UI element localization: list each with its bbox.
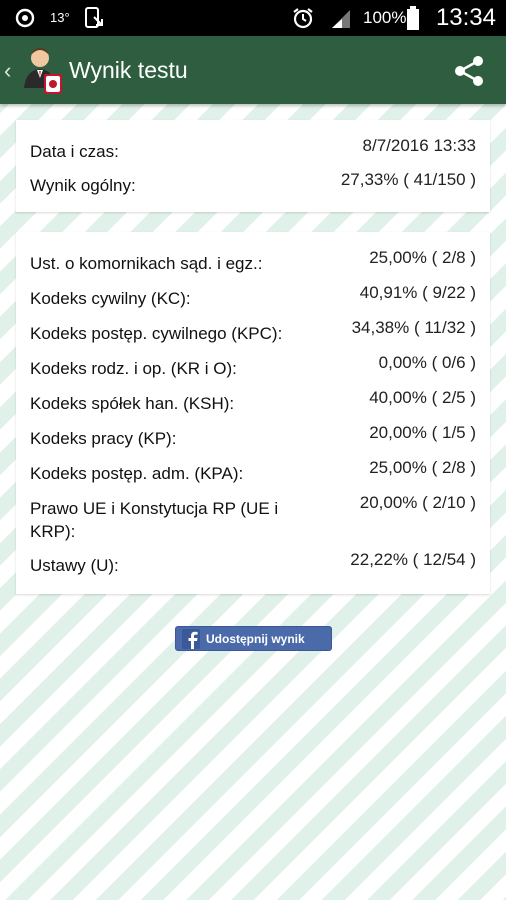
alarm-clock-icon — [291, 8, 315, 29]
category-value: 40,00% ( 2/5 ) — [369, 388, 476, 407]
category-label: Prawo UE i Konstytucja RP (UE i — [30, 499, 279, 518]
page-title: Wynik testu — [69, 57, 188, 83]
category-label: Ust. o komornikach sąd. i egz.: — [30, 254, 263, 273]
overall-score-label: Wynik ogólny: — [30, 176, 136, 195]
battery-percent-text: 100% — [363, 8, 407, 27]
status-bar: 13° 100% 13:34 — [0, 0, 506, 36]
category-label: Kodeks rodz. i op. (KR i O): — [30, 359, 237, 378]
category-label: Kodeks pracy (KP): — [30, 429, 177, 448]
share-icon[interactable] — [452, 54, 486, 88]
clock-text: 13:34 — [435, 4, 496, 31]
category-value: 40,91% ( 9/22 ) — [359, 283, 476, 302]
battery-icon — [406, 6, 420, 30]
overall-score-row: Wynik ogólny: 27,33% ( 41/150 ) — [16, 170, 490, 204]
category-label: Kodeks cywilny (KC): — [30, 289, 191, 308]
category-label: Kodeks spółek han. (KSH): — [30, 394, 235, 413]
summary-card: Data i czas: 8/7/2016 13:33 Wynik ogólny… — [16, 120, 490, 212]
category-value: 22,22% ( 12/54 ) — [350, 550, 476, 569]
category-label: Kodeks postęp. adm. (KPA): — [30, 464, 244, 483]
overall-score-value: 27,33% ( 41/150 ) — [340, 170, 476, 189]
date-row: Data i czas: 8/7/2016 13:33 — [16, 136, 490, 170]
facebook-share-button[interactable]: Udostępnij wynik — [175, 626, 332, 651]
category-label: Ustawy (U): — [30, 556, 119, 575]
category-results-card: Ust. o komornikach sąd. i egz.: 25,00% (… — [16, 232, 490, 594]
app-logo-icon[interactable] — [20, 44, 64, 96]
back-chevron-icon[interactable]: ‹ — [4, 58, 11, 84]
category-value: 25,00% ( 2/8 ) — [369, 458, 476, 477]
category-value: 25,00% ( 2/8 ) — [369, 248, 476, 267]
facebook-icon — [182, 629, 200, 649]
category-value: 0,00% ( 0/6 ) — [378, 353, 476, 372]
category-value: 34,38% ( 11/32 ) — [351, 318, 476, 337]
category-value: 20,00% ( 2/10 ) — [359, 493, 476, 512]
category-label-continued: KRP): — [30, 522, 76, 541]
app-bar: ‹ Wynik testu — [0, 36, 506, 104]
phone-download-icon — [84, 7, 104, 28]
signal-icon — [330, 8, 352, 28]
category-label: Kodeks postęp. cywilnego (KPC): — [30, 324, 283, 343]
date-label: Data i czas: — [30, 142, 119, 161]
alarm-sync-icon — [14, 8, 36, 28]
share-button-label: Udostępnij wynik — [206, 632, 305, 646]
date-value: 8/7/2016 13:33 — [362, 136, 476, 155]
category-value: 20,00% ( 1/5 ) — [369, 423, 476, 442]
temperature-text: 13° — [50, 10, 70, 25]
